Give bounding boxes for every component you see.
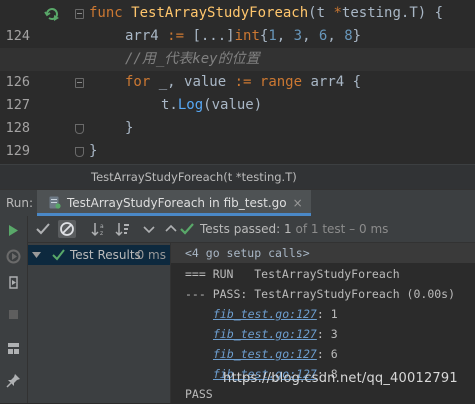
code-text: } — [125, 120, 134, 136]
code-text: arr4 := [...]int{1, 3, 6, 8} — [125, 28, 362, 44]
run-side-toolbar — [0, 216, 28, 403]
test-runner-toolbar: a z Tests passed: 1 of 1 test – 0 ms — [28, 216, 475, 243]
source-link[interactable]: fib_test.go:127 — [213, 327, 317, 341]
run-config-tab[interactable]: TestArrayStudyForeach in fib_test.go × — [37, 190, 311, 216]
code-line-130[interactable]: 130 } — [0, 140, 475, 182]
fold-end-icon[interactable] — [75, 124, 84, 134]
code-line-127[interactable]: 127 for _, value := range arr4 { — [0, 71, 475, 113]
rerun-failed-icon[interactable] — [5, 248, 22, 265]
tree-item-duration: 0 ms — [136, 248, 166, 262]
code-line-125[interactable]: 125 arr4 := [...]int{1, 3, 6, 8} — [0, 25, 475, 67]
svg-text:a: a — [100, 223, 104, 230]
show-passed-icon[interactable] — [34, 220, 52, 238]
expand-all-icon[interactable] — [140, 220, 158, 238]
folded-setup-calls[interactable]: <4 go setup calls> — [171, 243, 475, 263]
passed-check-icon — [52, 249, 65, 261]
go-test-file-icon — [49, 196, 61, 209]
toggle-auto-test-icon[interactable] — [5, 274, 22, 291]
console-line: === RUN TestArrayStudyForeach — [185, 267, 400, 281]
stop-icon[interactable] — [5, 306, 22, 323]
breadcrumb-item[interactable]: TestArrayStudyForeach(t *testing.T) — [91, 165, 297, 189]
console-log-line: fib_test.go:127: 6 — [213, 347, 338, 361]
close-icon[interactable]: × — [293, 196, 303, 210]
tree-item-label: Test Results — [70, 248, 141, 262]
code-line-126[interactable]: 126 //用_代表key的位置 — [0, 48, 475, 90]
chevron-down-icon[interactable] — [32, 252, 41, 258]
console-line: PASS — [185, 387, 213, 401]
show-ignored-icon[interactable] — [58, 220, 76, 238]
code-text: t.Log(value) — [161, 97, 263, 113]
code-line-128[interactable]: 128 t.Log(value) — [0, 94, 475, 136]
code-editor[interactable]: 124 func TestArrayStudyForeach(t *testin… — [0, 0, 475, 182]
rerun-icon[interactable] — [5, 222, 22, 239]
console-log-line: fib_test.go:127: 3 — [213, 327, 338, 341]
code-comment: //用_代表key的位置 — [125, 51, 260, 67]
run-label: Run: — [6, 196, 34, 210]
run-test-gutter-icon[interactable] — [44, 6, 60, 22]
layout-icon[interactable] — [5, 340, 22, 357]
test-results-tree[interactable]: Test Results 0 ms — [28, 243, 171, 403]
test-status-text: Tests passed: 1 of 1 test – 0 ms — [200, 222, 389, 236]
code-line-129[interactable]: 129 } — [0, 117, 475, 159]
code-text: func TestArrayStudyForeach(t *testing.T)… — [89, 5, 444, 21]
sort-by-duration-icon[interactable] — [114, 220, 132, 238]
test-results-root[interactable]: Test Results 0 ms — [28, 245, 170, 265]
console-line: --- PASS: TestArrayStudyForeach (0.00s) — [185, 287, 456, 301]
tests-passed-check-icon — [180, 223, 194, 235]
svg-text:z: z — [100, 230, 103, 237]
run-tool-window-header: Run: TestArrayStudyForeach in fib_test.g… — [0, 189, 475, 217]
source-link[interactable]: fib_test.go:127 — [213, 347, 317, 361]
sort-alphabetically-icon[interactable]: a z — [90, 220, 108, 238]
code-text: } — [89, 143, 98, 159]
fold-end-icon[interactable] — [75, 147, 84, 157]
watermark: https://blog.csdn.net/qq_40012791 — [223, 371, 458, 386]
source-link[interactable]: fib_test.go:127 — [213, 307, 317, 321]
fold-icon[interactable] — [75, 78, 84, 88]
code-line-124[interactable]: 124 func TestArrayStudyForeach(t *testin… — [0, 2, 475, 44]
breadcrumb[interactable]: TestArrayStudyForeach(t *testing.T) — [0, 164, 475, 189]
run-tab-label: TestArrayStudyForeach in fib_test.go — [67, 196, 287, 210]
pin-icon[interactable] — [5, 372, 22, 389]
code-text: for _, value := range arr4 { — [125, 74, 362, 90]
fold-icon[interactable] — [75, 9, 84, 19]
console-log-line: fib_test.go:127: 1 — [213, 307, 338, 321]
